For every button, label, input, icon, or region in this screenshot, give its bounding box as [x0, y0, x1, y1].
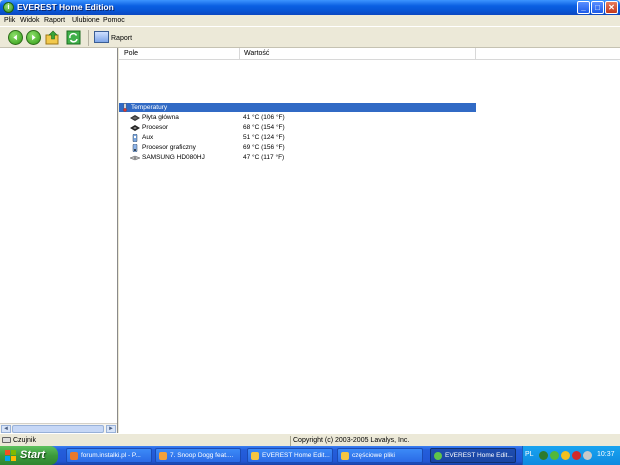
table-row[interactable]: Aux 51 °C (124 °F)	[119, 133, 476, 143]
group-label: Temperatury	[131, 104, 168, 111]
gpu-icon	[132, 144, 138, 152]
taskbar-item-media-player[interactable]: 7. Snoop Dogg feat....	[155, 448, 241, 463]
taskbar: Start forum.instalki.pl - P... 7. Snoop …	[0, 446, 620, 465]
status-bar: Czujnik Copyright (c) 2003-2005 Lavalys,…	[0, 433, 620, 446]
menu-plik[interactable]: Plik	[4, 17, 15, 24]
row-value: 68 °C (154 °F)	[243, 124, 285, 131]
row-label: Aux	[142, 134, 154, 141]
media-player-icon	[159, 452, 167, 460]
column-field[interactable]: Pole	[124, 50, 138, 57]
windows-flag-icon	[5, 450, 16, 461]
copyright-text: Copyright (c) 2003-2005 Lavalys, Inc.	[293, 437, 410, 444]
folder-icon	[251, 452, 259, 460]
antivirus-tray-icon[interactable]	[572, 451, 581, 460]
taskbar-item-firefox[interactable]: forum.instalki.pl - P...	[66, 448, 152, 463]
up-folder-icon[interactable]	[45, 30, 60, 45]
table-row[interactable]: Procesor graficzny 69 °C (156 °F)	[119, 143, 476, 153]
back-arrow-icon[interactable]	[8, 30, 23, 45]
row-value: 51 °C (124 °F)	[243, 134, 285, 141]
report-button-label[interactable]: Raport	[111, 35, 132, 42]
taskbar-item-everest-active[interactable]: EVEREST Home Edit...	[430, 448, 516, 463]
scrollbar-thumb[interactable]	[12, 425, 104, 433]
cpu-icon	[130, 125, 140, 131]
row-value: 41 °C (106 °F)	[243, 114, 285, 121]
menu-raport[interactable]: Raport	[44, 17, 65, 24]
volume-tray-icon[interactable]	[561, 451, 570, 460]
everest-icon	[434, 452, 442, 460]
start-button[interactable]: Start	[0, 446, 58, 465]
arrows-tray-icon[interactable]	[539, 451, 548, 460]
firefox-icon	[70, 452, 78, 460]
group-header-temperatures[interactable]: Temperatury	[119, 103, 476, 112]
hard-disk-icon	[130, 155, 140, 161]
everest-app-icon[interactable]: i	[3, 2, 14, 13]
column-header: Pole Wartość	[119, 48, 620, 60]
row-label: Płyta główna	[142, 114, 179, 121]
window-title: EVEREST Home Edition	[17, 2, 114, 12]
menu-bar: Plik Widok Raport Ulubione Pomoc	[0, 15, 620, 26]
thermometer-icon	[123, 103, 127, 112]
taskbar-item-everest-folder[interactable]: EVEREST Home Edit...	[247, 448, 333, 463]
minimize-button[interactable]: _	[577, 1, 590, 14]
status-text: Czujnik	[13, 437, 36, 444]
start-label: Start	[20, 449, 46, 461]
scroll-right-icon[interactable]: ►	[106, 425, 116, 433]
title-bar[interactable]: i EVEREST Home Edition _ □ ✕	[0, 0, 620, 15]
row-value: 69 °C (156 °F)	[243, 144, 285, 151]
aux-sensor-icon	[132, 134, 138, 142]
row-value: 47 °C (117 °F)	[243, 154, 285, 161]
row-label: Procesor graficzny	[142, 144, 196, 151]
taskbar-item-partial-files[interactable]: częściowe pliki	[337, 448, 423, 463]
menu-ulubione[interactable]: Ulubione	[72, 17, 100, 24]
forward-arrow-icon[interactable]	[26, 30, 41, 45]
close-button[interactable]: ✕	[605, 1, 618, 14]
language-indicator[interactable]: PL	[525, 451, 534, 458]
clock: 10:37	[597, 451, 615, 458]
menu-tree-pane[interactable]: ◄ ►	[0, 48, 118, 433]
report-icon[interactable]	[94, 31, 109, 43]
table-row[interactable]: SAMSUNG HD080HJ 47 °C (117 °F)	[119, 153, 476, 163]
menu-widok[interactable]: Widok	[20, 17, 39, 24]
menu-pomoc[interactable]: Pomoc	[103, 17, 125, 24]
motherboard-icon	[130, 115, 140, 121]
everest-tray-icon[interactable]	[550, 451, 559, 460]
refresh-icon[interactable]	[66, 30, 81, 45]
folder-icon	[341, 452, 349, 460]
scroll-left-icon[interactable]: ◄	[1, 425, 11, 433]
toolbar-separator	[88, 30, 89, 46]
table-row[interactable]: Płyta główna 41 °C (106 °F)	[119, 113, 476, 123]
table-row[interactable]: Procesor 68 °C (154 °F)	[119, 123, 476, 133]
maximize-button[interactable]: □	[591, 1, 604, 14]
details-pane: Pole Wartość Temperatury Płyta główna 41…	[119, 48, 620, 433]
sensor-icon	[2, 437, 11, 443]
horizontal-scrollbar[interactable]: ◄ ►	[0, 423, 117, 433]
row-label: SAMSUNG HD080HJ	[142, 154, 205, 161]
column-value[interactable]: Wartość	[244, 50, 269, 57]
toolbar: Raport	[0, 26, 620, 48]
row-label: Procesor	[142, 124, 169, 131]
network-tray-icon[interactable]	[583, 451, 592, 460]
